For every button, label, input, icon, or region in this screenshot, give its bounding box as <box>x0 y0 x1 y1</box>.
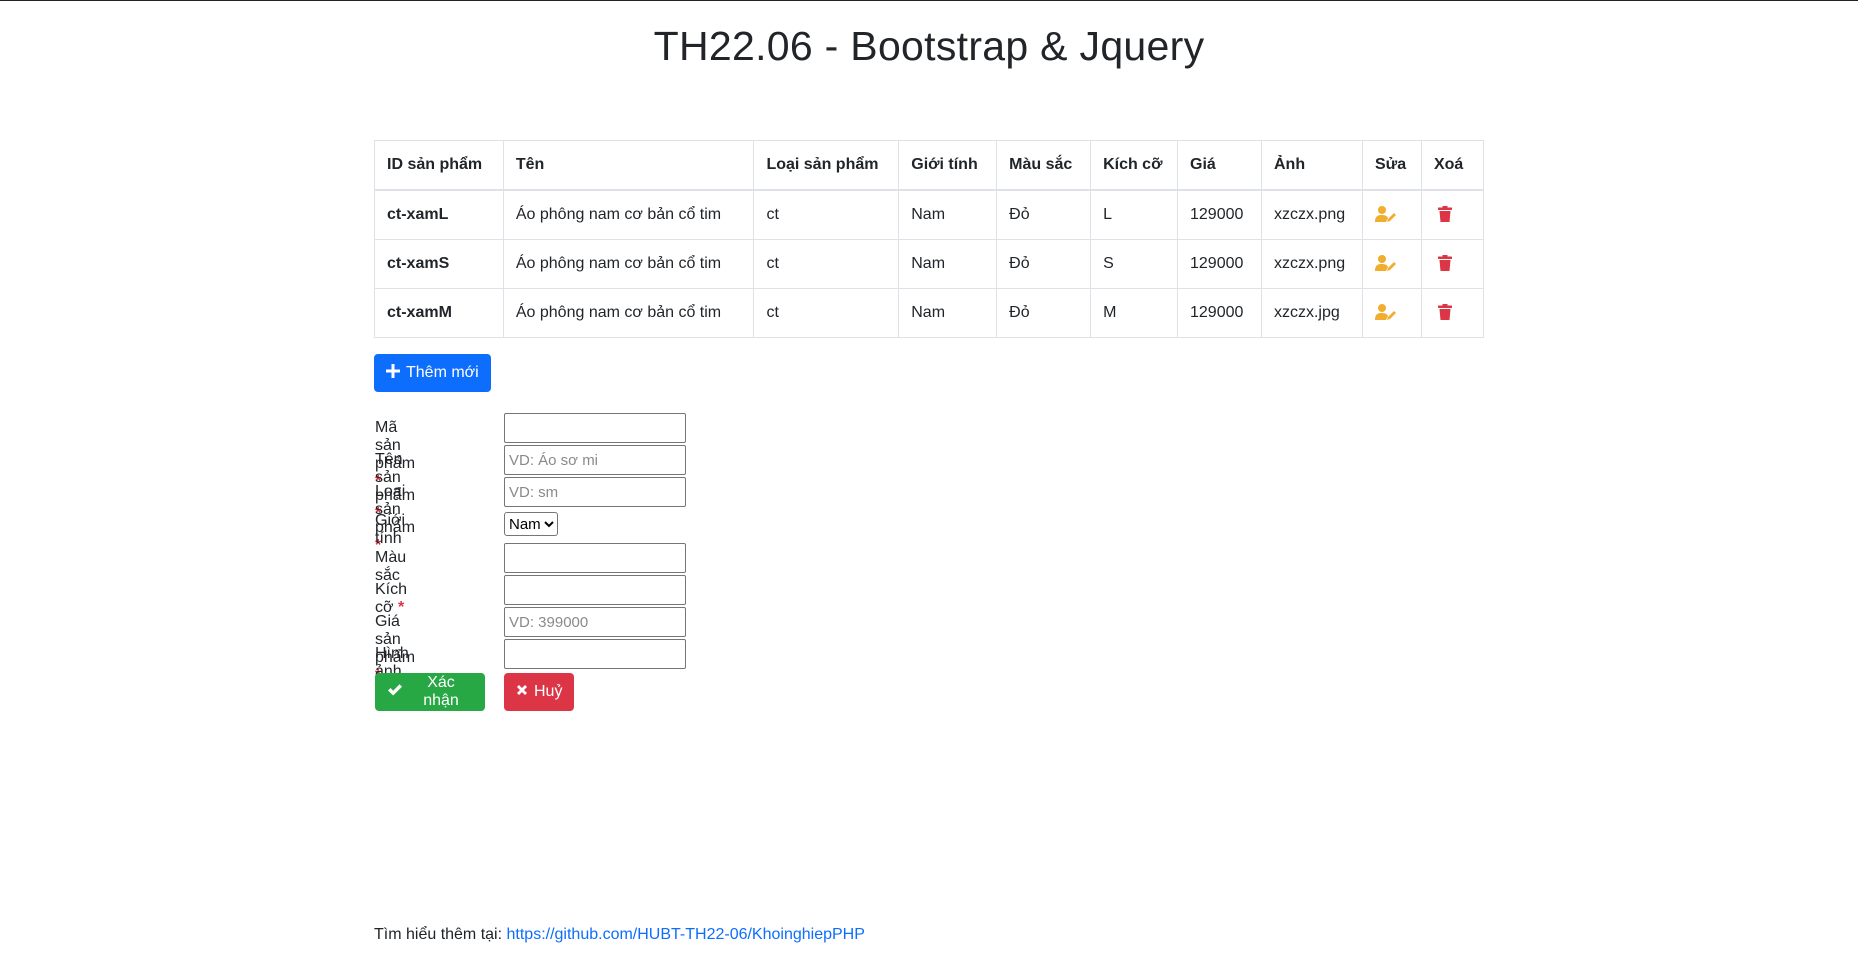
cell-size: S <box>1090 239 1178 289</box>
cell-size: L <box>1090 189 1178 240</box>
color-input[interactable] <box>504 543 686 573</box>
color-label: Màu sắc <box>375 549 407 584</box>
footer-link[interactable]: https://github.com/HUBT-TH22-06/Khoinghi… <box>507 926 865 943</box>
table-header-row: ID sản phẩm Tên Loại sản phẩm Giới tính … <box>374 140 1485 191</box>
cancel-button[interactable]: Huỷ <box>504 673 574 711</box>
header-type: Loại sản phẩm <box>753 140 900 191</box>
confirm-button[interactable]: Xác nhận <box>375 673 485 711</box>
header-size: Kích cỡ <box>1090 140 1178 191</box>
trash-icon[interactable] <box>1434 252 1456 274</box>
cell-id: ct-xamM <box>374 288 504 338</box>
cell-color: Đỏ <box>996 239 1092 289</box>
add-new-label: Thêm mới <box>406 364 479 381</box>
cancel-label: Huỷ <box>534 683 563 700</box>
cell-name: Áo phông nam cơ bản cổ tim <box>502 189 755 240</box>
cell-edit <box>1361 189 1422 240</box>
table-row: ct-xamM Áo phông nam cơ bản cổ tim ct Na… <box>374 288 1485 338</box>
plus-icon <box>386 363 400 383</box>
confirm-label: Xác nhận <box>423 674 459 709</box>
check-icon <box>387 683 403 702</box>
products-table: ID sản phẩm Tên Loại sản phẩm Giới tính … <box>374 140 1485 338</box>
user-edit-icon[interactable] <box>1374 301 1397 323</box>
cell-image: xzczx.png <box>1260 189 1363 240</box>
cell-delete <box>1420 288 1485 338</box>
header-gender: Giới tính <box>898 140 998 191</box>
header-price: Giá <box>1177 140 1262 191</box>
cell-name: Áo phông nam cơ bản cổ tim <box>502 288 755 338</box>
page-title: TH22.06 - Bootstrap & Jquery <box>653 23 1205 69</box>
header-name: Tên <box>502 140 755 191</box>
cell-gender: Nam <box>898 189 998 240</box>
footer-text: Tìm hiểu thêm tại: <box>374 926 503 943</box>
header-id: ID sản phẩm <box>374 140 504 191</box>
cell-image: xzczx.png <box>1260 239 1363 289</box>
cell-delete <box>1420 239 1485 289</box>
cell-type: ct <box>753 189 900 240</box>
cell-gender: Nam <box>898 288 998 338</box>
cell-price: 129000 <box>1177 288 1262 338</box>
table-row: ct-xamS Áo phông nam cơ bản cổ tim ct Na… <box>374 239 1485 289</box>
add-new-button[interactable]: Thêm mới <box>374 354 491 392</box>
cell-type: ct <box>753 288 900 338</box>
cell-price: 129000 <box>1177 239 1262 289</box>
cell-name: Áo phông nam cơ bản cổ tim <box>502 239 755 289</box>
type-input[interactable] <box>504 477 686 507</box>
header-delete: Xoá <box>1420 140 1485 191</box>
size-input[interactable] <box>504 575 686 605</box>
close-icon <box>516 683 528 701</box>
cell-type: ct <box>753 239 900 289</box>
table-row: ct-xamL Áo phông nam cơ bản cổ tim ct Na… <box>374 189 1485 240</box>
header-edit: Sửa <box>1361 140 1422 191</box>
user-edit-icon[interactable] <box>1374 203 1397 225</box>
cell-edit <box>1361 288 1422 338</box>
footer: Tìm hiểu thêm tại: https://github.com/HU… <box>374 926 865 944</box>
cell-size: M <box>1090 288 1178 338</box>
cell-id: ct-xamS <box>374 239 504 289</box>
cell-edit <box>1361 239 1422 289</box>
price-input[interactable] <box>504 607 686 637</box>
trash-icon[interactable] <box>1434 203 1456 225</box>
cell-id: ct-xamL <box>374 189 504 240</box>
gender-select[interactable]: Nam <box>504 512 558 536</box>
image-input[interactable] <box>504 639 686 669</box>
header-color: Màu sắc <box>996 140 1092 191</box>
cell-price: 129000 <box>1177 189 1262 240</box>
user-edit-icon[interactable] <box>1374 252 1397 274</box>
size-label: Kích cỡ * <box>375 581 408 616</box>
name-input[interactable] <box>504 445 686 475</box>
header-image: Ảnh <box>1260 140 1363 191</box>
cell-delete <box>1420 189 1485 240</box>
main-container: ID sản phẩm Tên Loại sản phẩm Giới tính … <box>374 140 1485 711</box>
cell-color: Đỏ <box>996 189 1092 240</box>
cell-gender: Nam <box>898 239 998 289</box>
gender-label: Giới tính <box>375 512 406 547</box>
trash-icon[interactable] <box>1434 301 1456 323</box>
cell-color: Đỏ <box>996 288 1092 338</box>
code-input[interactable] <box>504 413 686 443</box>
cell-image: xzczx.jpg <box>1260 288 1363 338</box>
